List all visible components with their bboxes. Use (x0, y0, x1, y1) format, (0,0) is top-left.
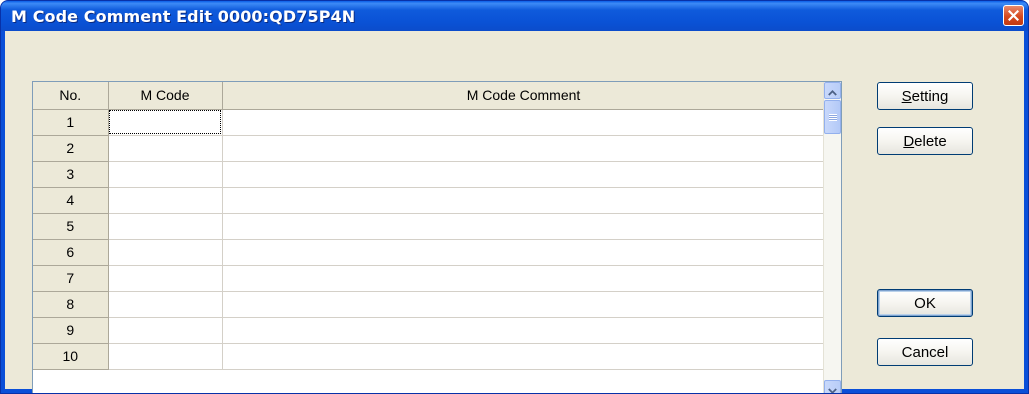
ok-button[interactable]: OK (877, 289, 973, 317)
table-row[interactable]: 1 (33, 109, 826, 136)
row-number[interactable]: 9 (33, 317, 109, 344)
close-button[interactable] (1003, 5, 1024, 26)
chevron-up-icon (828, 82, 837, 100)
setting-button-label: Setting (901, 87, 949, 105)
row-number[interactable]: 8 (33, 291, 109, 318)
row-number[interactable]: 3 (33, 161, 109, 188)
vertical-scrollbar[interactable] (823, 82, 841, 393)
table-row[interactable]: 3 (33, 161, 826, 188)
mcode-comment-grid: No. M Code M Code Comment 1 2 3 4 5 6 7 8 9 10 (32, 81, 842, 393)
mcode-cell[interactable] (108, 109, 223, 136)
cancel-button[interactable]: Cancel (877, 338, 973, 366)
scroll-grip-icon (828, 113, 837, 121)
comment-cell[interactable] (222, 317, 826, 344)
header-mcode[interactable]: M Code (108, 82, 223, 110)
row-number[interactable]: 7 (33, 265, 109, 292)
table-row[interactable]: 9 (33, 317, 826, 344)
comment-cell[interactable] (222, 291, 826, 318)
comment-cell[interactable] (222, 187, 826, 214)
dialog-client-area: No. M Code M Code Comment 1 2 3 4 5 6 7 8 9 10 (5, 31, 1024, 393)
table-row[interactable]: 8 (33, 291, 826, 318)
header-no[interactable]: No. (33, 82, 109, 110)
scroll-up-button[interactable] (824, 82, 841, 99)
title-bar[interactable]: M Code Comment Edit 0000:QD75P4N (1, 1, 1028, 31)
table-row[interactable]: 4 (33, 187, 826, 214)
mcode-cell[interactable] (108, 265, 223, 292)
row-number[interactable]: 2 (33, 135, 109, 162)
row-number[interactable]: 6 (33, 239, 109, 266)
comment-cell[interactable] (222, 343, 826, 370)
dialog-window: M Code Comment Edit 0000:QD75P4N No. M C… (0, 0, 1029, 394)
mcode-cell[interactable] (108, 213, 223, 240)
mcode-cell[interactable] (108, 343, 223, 370)
header-comment[interactable]: M Code Comment (222, 82, 826, 110)
table-row[interactable]: 5 (33, 213, 826, 240)
row-number[interactable]: 1 (33, 109, 109, 136)
mcode-cell[interactable] (108, 291, 223, 318)
mcode-cell[interactable] (108, 135, 223, 162)
mcode-cell[interactable] (108, 239, 223, 266)
close-x-icon (1007, 6, 1020, 25)
comment-cell[interactable] (222, 213, 826, 240)
chevron-down-icon (828, 379, 837, 393)
mcode-cell[interactable] (108, 187, 223, 214)
setting-button[interactable]: Setting (877, 82, 973, 110)
grid-header-row: No. M Code M Code Comment (33, 82, 826, 110)
row-number[interactable]: 10 (33, 343, 109, 370)
comment-cell[interactable] (222, 239, 826, 266)
table-row[interactable]: 7 (33, 265, 826, 292)
delete-button[interactable]: Delete (877, 127, 973, 155)
mcode-cell[interactable] (108, 317, 223, 344)
comment-cell[interactable] (222, 265, 826, 292)
table-row[interactable]: 2 (33, 135, 826, 162)
scroll-thumb[interactable] (824, 100, 841, 134)
comment-cell[interactable] (222, 161, 826, 188)
window-title: M Code Comment Edit 0000:QD75P4N (11, 7, 356, 26)
mcode-cell[interactable] (108, 161, 223, 188)
table-row[interactable]: 10 (33, 343, 826, 370)
delete-button-label: Delete (903, 132, 947, 150)
row-number[interactable]: 4 (33, 187, 109, 214)
comment-cell[interactable] (222, 135, 826, 162)
table-row[interactable]: 6 (33, 239, 826, 266)
scroll-down-button[interactable] (824, 379, 841, 393)
comment-cell[interactable] (222, 109, 826, 136)
row-number[interactable]: 5 (33, 213, 109, 240)
grid-table: No. M Code M Code Comment 1 2 3 4 5 6 7 8 9 10 (33, 82, 826, 370)
